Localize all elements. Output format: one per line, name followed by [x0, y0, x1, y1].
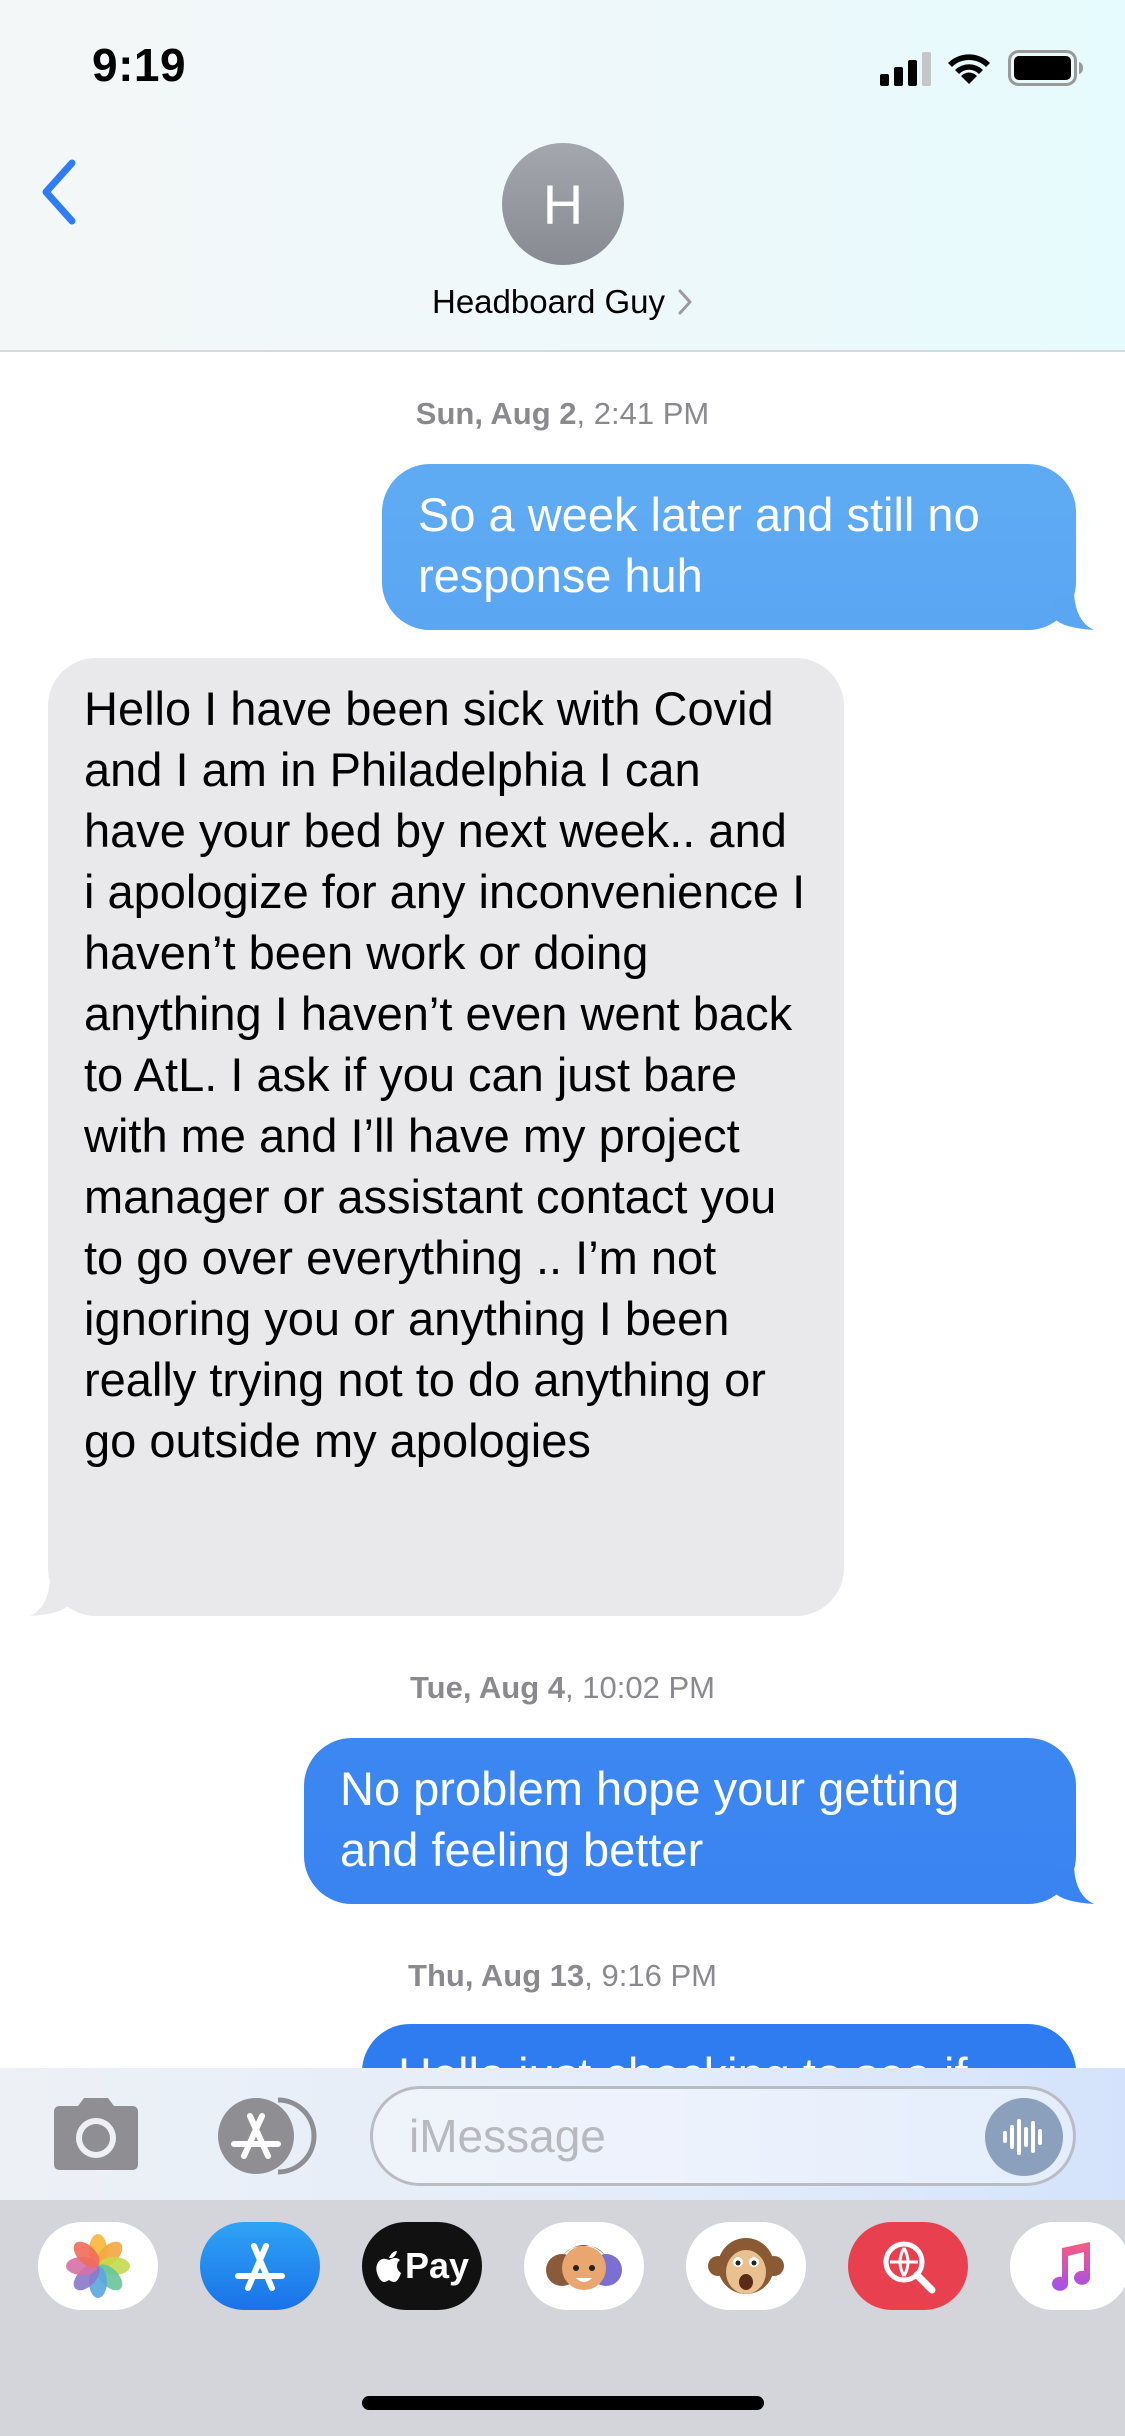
photos-app-button[interactable]	[38, 2222, 158, 2310]
outgoing-message[interactable]: No problem hope your getting and feeling…	[304, 1738, 1094, 1904]
apple-logo-icon	[376, 2251, 401, 2282]
music-app-button[interactable]	[1010, 2222, 1125, 2310]
contact-avatar[interactable]: H	[502, 143, 624, 265]
app-store-app-button[interactable]	[200, 2222, 320, 2310]
timestamp-day: Tue, Aug 4	[410, 1670, 566, 1705]
avatar-initial: H	[542, 172, 584, 236]
apple-pay-button[interactable]: Pay	[362, 2222, 482, 2310]
message-clip: Hello just checking to see if	[0, 2024, 1125, 2068]
message-input-bar: iMessage	[0, 2068, 1125, 2200]
imessage-placeholder: iMessage	[409, 2110, 606, 2162]
memoji-app-button[interactable]	[524, 2222, 644, 2310]
app-store-button[interactable]	[208, 2096, 320, 2176]
audio-message-button[interactable]	[985, 2098, 1063, 2176]
images-search-app-button[interactable]	[848, 2222, 968, 2310]
apple-pay-label: Pay	[375, 2245, 469, 2287]
timestamp-day: Sun, Aug 2	[415, 396, 577, 431]
message-text: So a week later and still no response hu…	[418, 488, 980, 602]
chevron-left-icon	[42, 159, 76, 225]
memoji-icon	[546, 2245, 622, 2290]
bubble-tail	[1054, 594, 1094, 630]
outgoing-message[interactable]: Hello just checking to see if	[362, 2024, 1076, 2068]
battery-icon	[1008, 50, 1083, 86]
photos-icon	[66, 2234, 130, 2298]
web-images-search-icon	[883, 2241, 936, 2294]
timestamp: Tue, Aug 4, 10:02 PM	[0, 1670, 1125, 1706]
apple-pay-text: Pay	[404, 2245, 470, 2286]
status-bar-time: 9:19	[92, 39, 187, 91]
imessage-input[interactable]: iMessage	[370, 2086, 1076, 2186]
timestamp: Sun, Aug 2, 2:41 PM	[0, 396, 1125, 432]
contact-name-button[interactable]: Headboard Guy	[0, 280, 1125, 324]
timestamp-time: , 10:02 PM	[565, 1670, 715, 1705]
cellular-signal-icon	[880, 52, 931, 86]
app-store-icon	[235, 2243, 285, 2291]
timestamp-time: , 2:41 PM	[576, 396, 710, 431]
contact-name: Headboard Guy	[432, 283, 665, 320]
wifi-icon	[948, 54, 990, 84]
camera-button[interactable]	[48, 2096, 144, 2172]
message-text: No problem hope your getting and feeling…	[340, 1762, 960, 1876]
timestamp: Thu, Aug 13, 9:16 PM	[0, 1958, 1125, 1994]
bubble-tail	[1054, 1868, 1094, 1904]
messages-screen: 9:19 H Headboard Guy Sun, Aug 2, 2:41 PM…	[0, 0, 1125, 2436]
timestamp-day: Thu, Aug 13	[408, 1958, 585, 1993]
animoji-monkey-icon	[708, 2238, 784, 2294]
timestamp-time: , 9:16 PM	[584, 1958, 717, 1993]
bubble-tail	[30, 1580, 70, 1616]
animoji-app-button[interactable]	[686, 2222, 806, 2310]
music-icon	[1052, 2242, 1090, 2291]
message-text: Hello I have been sick with Covid and I …	[84, 682, 806, 1467]
incoming-message[interactable]: Hello I have been sick with Covid and I …	[30, 658, 844, 1616]
message-text: Hello just checking to see if	[398, 2044, 1042, 2068]
chevron-right-icon	[678, 289, 692, 315]
home-indicator[interactable]	[362, 2396, 764, 2410]
app-store-icon	[218, 2097, 317, 2175]
back-button[interactable]	[28, 152, 88, 232]
outgoing-message[interactable]: So a week later and still no response hu…	[382, 464, 1094, 630]
conversation-header: 9:19 H Headboard Guy	[0, 0, 1125, 352]
waveform-icon	[1003, 2119, 1042, 2155]
camera-icon	[54, 2098, 138, 2170]
